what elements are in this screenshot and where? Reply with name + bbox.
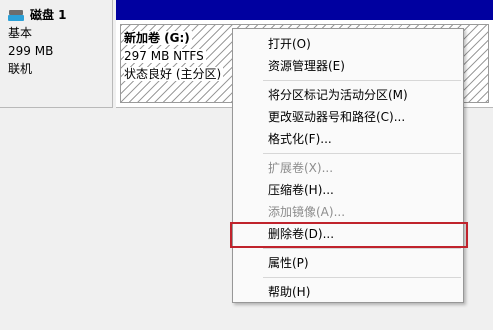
menu-item-explorer[interactable]: 资源管理器(E) <box>233 55 463 77</box>
menu-item-extend-volume: 扩展卷(X)... <box>268 161 334 175</box>
menu-item-properties[interactable]: 属性(P) <box>233 252 463 274</box>
menu-separator <box>263 80 461 81</box>
volume-header-bar <box>116 0 493 20</box>
menu-item-add-mirror: 添加镜像(A)... <box>268 205 346 219</box>
volume-size-fs: 297 MB NTFS <box>124 49 206 63</box>
disk-title: 磁盘 1 <box>30 8 67 22</box>
menu-separator <box>263 153 461 154</box>
disk-drive-icon <box>8 9 24 21</box>
menu-separator <box>263 248 461 249</box>
menu-item-delete-volume-wrapper[interactable]: 删除卷(D)... <box>230 222 468 248</box>
volume-name: 新加卷 (G:) <box>124 31 192 45</box>
delete-highlight-box <box>230 222 468 248</box>
menu-item-shrink-volume[interactable]: 压缩卷(H)... <box>233 179 463 201</box>
menu-item-mark-active[interactable]: 将分区标记为活动分区(M) <box>233 84 463 106</box>
volume-status: 状态良好 (主分区) <box>124 67 224 81</box>
menu-item-change-drive-letter[interactable]: 更改驱动器号和路径(C)... <box>233 106 463 128</box>
menu-item-open[interactable]: 打开(O) <box>233 33 463 55</box>
disk-size: 299 MB <box>8 44 54 58</box>
disk-title-row: 磁盘 1 <box>8 6 112 24</box>
disk-status: 联机 <box>8 62 33 76</box>
menu-item-help[interactable]: 帮助(H) <box>233 281 463 303</box>
disk-info-panel[interactable]: 磁盘 1 基本 299 MB 联机 <box>0 0 113 108</box>
context-menu: 打开(O) 资源管理器(E) 将分区标记为活动分区(M) 更改驱动器号和路径(C… <box>230 28 468 303</box>
menu-item-delete-volume[interactable]: 删除卷(D)... <box>268 227 334 241</box>
disk-type: 基本 <box>8 26 33 40</box>
menu-separator <box>263 277 461 278</box>
menu-item-format[interactable]: 格式化(F)... <box>233 128 463 150</box>
